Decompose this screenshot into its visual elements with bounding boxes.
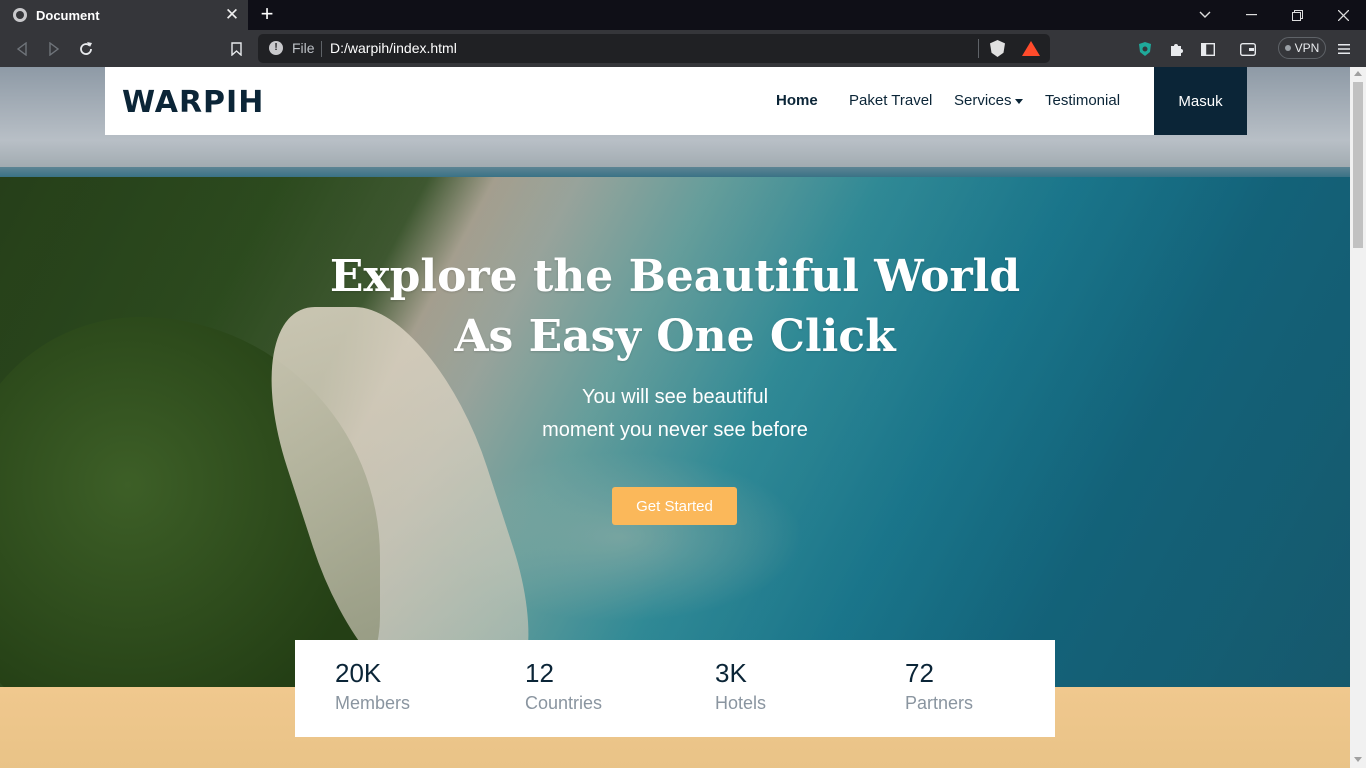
extensions-button[interactable] <box>1164 37 1188 61</box>
site-logo[interactable]: WARPIH <box>122 85 264 120</box>
address-bar[interactable]: ! File D:/warpih/index.html <box>258 34 1050 63</box>
new-tab-button[interactable]: + <box>256 3 278 25</box>
stat-item: 12 Countries <box>525 657 602 717</box>
vpn-button[interactable]: VPN <box>1278 37 1326 59</box>
page-viewport: Explore the Beautiful World As Easy One … <box>0 67 1350 768</box>
address-scheme: File <box>292 40 315 56</box>
reload-button[interactable] <box>74 37 98 61</box>
stat-item: 72 Partners <box>905 657 973 717</box>
stat-item: 3K Hotels <box>715 657 766 717</box>
bookmark-button[interactable] <box>224 37 248 61</box>
shield-extension-icon <box>1139 42 1151 56</box>
address-divider <box>321 41 322 57</box>
browser-toolbar: ! File D:/warpih/index.html VPN <box>0 30 1366 67</box>
stat-item: 20K Members <box>335 657 410 717</box>
forward-arrow-icon <box>49 42 59 56</box>
hamburger-menu-icon <box>1338 44 1350 54</box>
forward-button[interactable] <box>42 37 66 61</box>
chevron-down-icon <box>1199 11 1211 18</box>
brave-rewards-icon[interactable] <box>1022 41 1040 56</box>
vpn-label: VPN <box>1294 41 1320 55</box>
extension-shield-button[interactable] <box>1133 37 1157 61</box>
vpn-status-dot <box>1284 45 1291 51</box>
address-divider-2 <box>978 39 979 58</box>
scroll-down-arrow-icon[interactable] <box>1354 757 1362 762</box>
sidebar-button[interactable] <box>1196 37 1220 61</box>
stat-label: Hotels <box>715 693 767 713</box>
stat-label: Countries <box>525 693 603 713</box>
hero-subtitle-line-1: You will see beautiful <box>581 386 769 408</box>
stat-label: Partners <box>905 693 974 713</box>
nav-services-label: Services <box>954 92 1012 109</box>
wallet-icon <box>1240 42 1256 56</box>
info-icon[interactable]: ! <box>269 41 283 55</box>
hero-title: Explore the Beautiful World As Easy One … <box>275 247 1075 367</box>
menu-button[interactable] <box>1332 37 1356 61</box>
hero-subtitle-line-2: moment you never see before <box>542 419 808 441</box>
globe-icon <box>13 8 27 22</box>
scrollbar-thumb[interactable] <box>1353 82 1363 248</box>
hero-section: Explore the Beautiful World As Easy One … <box>0 67 1350 737</box>
hero-horizon <box>0 167 1350 177</box>
stat-value: 20K <box>335 658 382 688</box>
reload-icon <box>80 42 92 55</box>
tab-close-button[interactable]: ✕ <box>220 5 244 25</box>
scroll-up-arrow-icon[interactable] <box>1354 71 1362 76</box>
stat-value: 72 <box>905 658 934 688</box>
minimize-button[interactable] <box>1228 0 1274 30</box>
stat-value: 3K <box>715 658 747 688</box>
login-button[interactable]: Masuk <box>1154 67 1247 135</box>
hero-title-line-1: Explore the Beautiful World <box>329 251 1021 302</box>
address-url[interactable]: D:/warpih/index.html <box>330 40 457 56</box>
back-arrow-icon <box>17 42 27 56</box>
site-navbar: WARPIH Home Paket Travel Services Testim… <box>105 67 1247 135</box>
back-button[interactable] <box>10 37 34 61</box>
nav-services[interactable]: Services <box>954 92 1023 109</box>
get-started-button[interactable]: Get Started <box>612 487 737 525</box>
sidebar-icon <box>1201 42 1215 56</box>
minimize-icon <box>1245 14 1257 16</box>
nav-testimonial[interactable]: Testimonial <box>1045 92 1120 109</box>
hero-subtitle: You will see beautiful moment you never … <box>475 381 875 447</box>
restore-button[interactable] <box>1274 0 1320 30</box>
page-scrollbar[interactable] <box>1350 67 1366 768</box>
nav-paket-travel[interactable]: Paket Travel <box>849 92 932 109</box>
tab-title: Document <box>36 7 100 23</box>
wallet-button[interactable] <box>1236 37 1260 61</box>
tab-search-button[interactable] <box>1182 0 1228 30</box>
close-icon <box>1337 9 1349 21</box>
caret-down-icon <box>1014 98 1023 104</box>
hero-title-line-2: As Easy One Click <box>454 311 896 362</box>
brave-shield-icon[interactable] <box>990 40 1005 57</box>
nav-home[interactable]: Home <box>776 92 818 109</box>
browser-tab-bar: Document ✕ + <box>0 0 1366 30</box>
stats-card: 20K Members 12 Countries 3K Hotels 72 Pa… <box>295 640 1055 737</box>
bookmark-icon <box>230 42 242 56</box>
restore-icon <box>1291 9 1303 21</box>
stat-label: Members <box>335 693 411 713</box>
close-window-button[interactable] <box>1320 0 1366 30</box>
stat-value: 12 <box>525 658 554 688</box>
puzzle-icon <box>1170 43 1183 56</box>
browser-tab[interactable]: Document ✕ <box>0 0 248 30</box>
